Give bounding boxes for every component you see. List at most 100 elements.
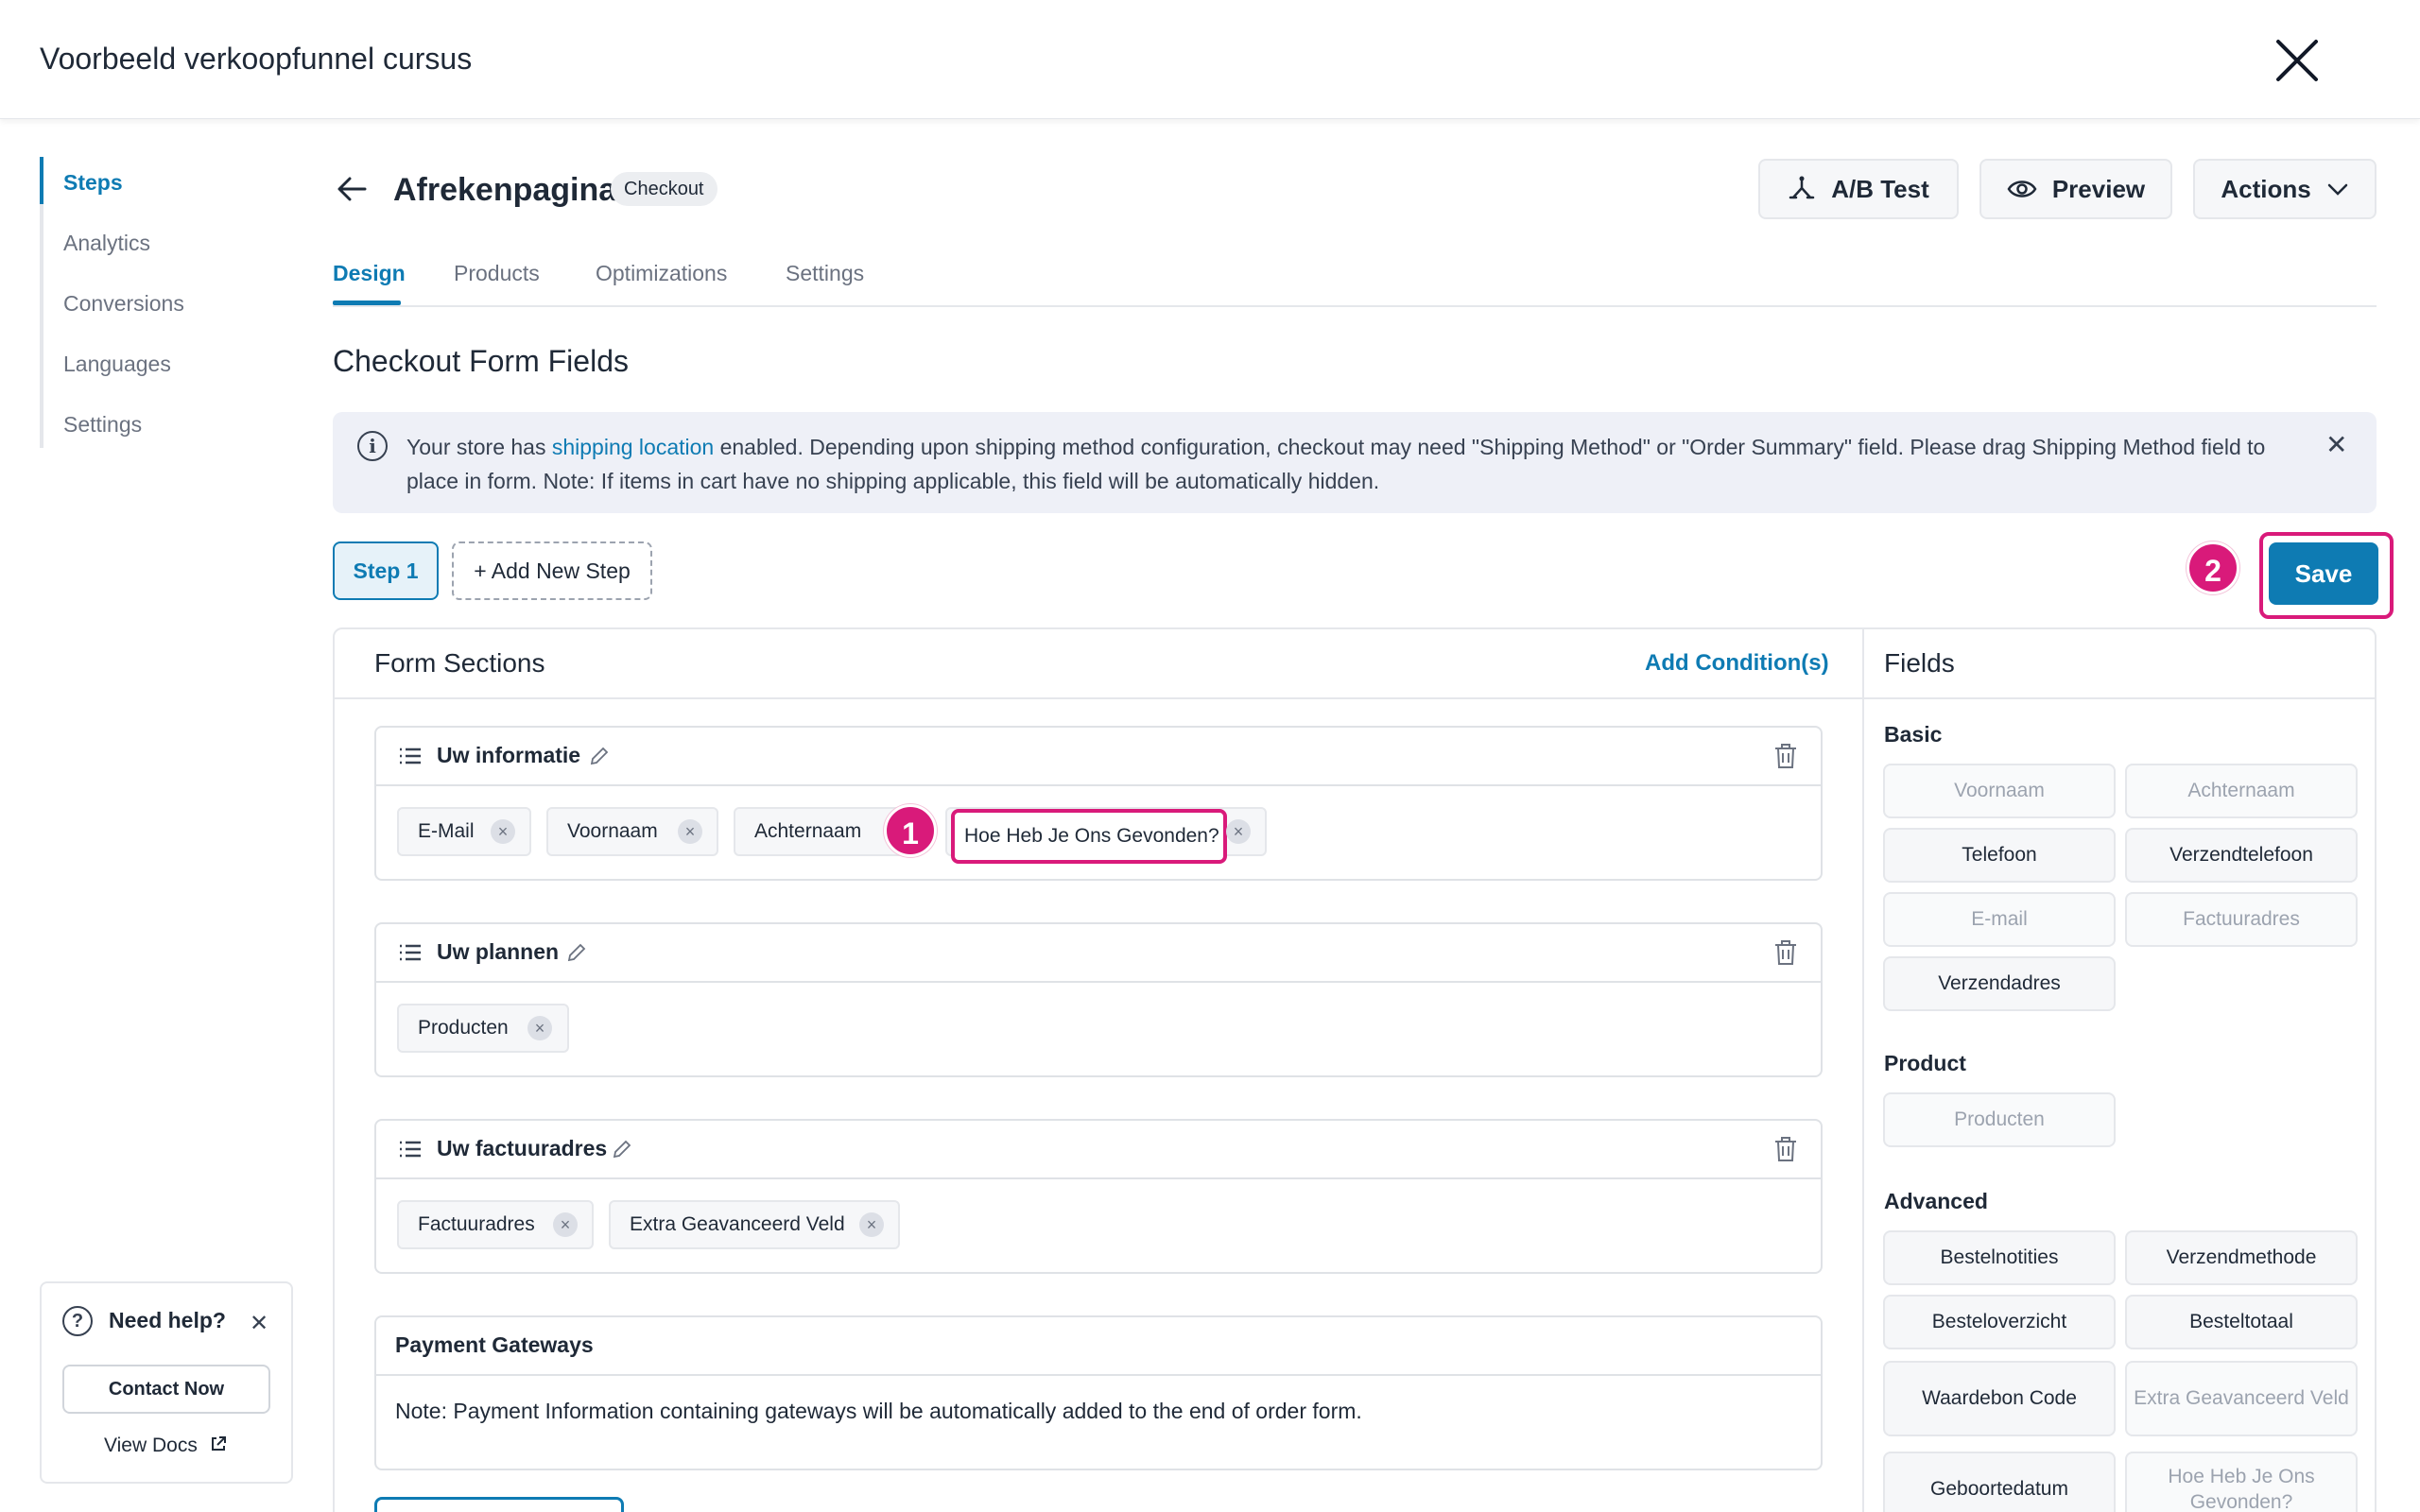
annotation-marker-2: 2 <box>2187 541 2239 594</box>
active-tab-underline <box>333 301 401 305</box>
step-1-pill[interactable]: Step 1 <box>333 541 439 600</box>
form-sections-header-line <box>333 697 1864 699</box>
field-option-waardebon-code[interactable]: Waardebon Code <box>1883 1361 2116 1436</box>
section-title-uw-factuuradres: Uw factuuradres <box>437 1136 608 1160</box>
chip-label: Extra Geavanceerd Veld <box>630 1213 845 1235</box>
tab-settings[interactable]: Settings <box>786 261 864 286</box>
payment-gateways-note: Note: Payment Information containing gat… <box>395 1399 1362 1423</box>
page-title: Afrekenpagina <box>393 172 617 208</box>
edit-pencil-icon[interactable] <box>611 1138 633 1160</box>
remove-chip-icon[interactable]: × <box>1226 819 1251 844</box>
chevron-down-icon <box>2327 183 2347 196</box>
field-option-besteloverzicht[interactable]: Besteloverzicht <box>1883 1295 2116 1349</box>
app-title: Voorbeeld verkoopfunnel cursus <box>40 42 473 76</box>
remove-chip-icon[interactable]: × <box>553 1212 578 1237</box>
product-group-title: Product <box>1884 1051 1966 1075</box>
view-docs-link[interactable]: View Docs <box>104 1435 228 1457</box>
view-docs-label: View Docs <box>104 1435 198 1456</box>
remove-chip-icon[interactable]: × <box>859 1212 884 1237</box>
fields-title: Fields <box>1884 648 1955 678</box>
remove-chip-icon[interactable]: × <box>678 819 702 844</box>
builder-divider <box>1862 627 1864 1512</box>
field-option-hoe-heb-je-ons-gevonden: Hoe Heb Je Ons Gevonden? <box>2125 1452 2358 1512</box>
tab-design[interactable]: Design <box>333 261 406 286</box>
advanced-group-title: Advanced <box>1884 1189 1988 1213</box>
field-option-verzendtelefoon[interactable]: Verzendtelefoon <box>2125 828 2358 883</box>
remove-chip-icon[interactable]: × <box>491 819 515 844</box>
field-option-achternaam: Achternaam <box>2125 764 2358 818</box>
remove-chip-icon[interactable]: × <box>527 1016 552 1040</box>
field-option-verzendadres[interactable]: Verzendadres <box>1883 956 2116 1011</box>
form-sections-title: Form Sections <box>374 648 545 678</box>
field-option-telefoon[interactable]: Telefoon <box>1883 828 2116 883</box>
trash-icon[interactable] <box>1773 743 1798 769</box>
shipping-location-link[interactable]: shipping location <box>552 435 714 459</box>
help-question-icon: ? <box>62 1306 93 1336</box>
preview-button[interactable]: Preview <box>1979 159 2172 219</box>
nav-item-analytics[interactable]: Analytics <box>63 231 150 256</box>
add-new-step-button[interactable]: + Add New Step <box>452 541 652 600</box>
section-title-uw-informatie: Uw informatie <box>437 743 581 767</box>
chip-label: Factuuradres <box>418 1213 535 1235</box>
field-option-geboortedatum[interactable]: Geboortedatum <box>1883 1452 2116 1512</box>
add-condition-link[interactable]: Add Condition(s) <box>1645 650 1829 677</box>
tabs-divider <box>333 305 2377 307</box>
chip-label: Producten <box>418 1017 509 1039</box>
field-option-producten: Producten <box>1883 1092 2116 1147</box>
field-option-email: E-mail <box>1883 892 2116 947</box>
external-link-icon <box>211 1436 226 1451</box>
eye-icon <box>2007 180 2037 198</box>
payment-gateways-title: Payment Gateways <box>395 1332 594 1357</box>
field-option-verzendmethode[interactable]: Verzendmethode <box>2125 1230 2358 1285</box>
notice-prefix: Your store has <box>406 435 552 459</box>
contact-now-button[interactable]: Contact Now <box>62 1365 270 1414</box>
chip-label: Achternaam <box>754 820 862 842</box>
info-icon: i <box>357 431 388 461</box>
field-option-bestelnotities[interactable]: Bestelnotities <box>1883 1230 2116 1285</box>
field-chip[interactable]: Extra Geavanceerd Veld <box>609 1200 900 1249</box>
ab-test-button[interactable]: A/B Test <box>1758 159 1959 219</box>
tab-optimizations[interactable]: Optimizations <box>596 261 727 286</box>
actions-label: Actions <box>2221 174 2311 203</box>
ab-test-label: A/B Test <box>1831 174 1929 203</box>
chip-label: Voornaam <box>567 820 658 842</box>
nav-item-steps[interactable]: Steps <box>63 170 123 196</box>
nav-item-languages[interactable]: Languages <box>63 352 171 377</box>
nav-item-conversions[interactable]: Conversions <box>63 291 184 317</box>
nav-item-settings[interactable]: Settings <box>63 412 142 438</box>
field-chip[interactable]: Achternaam <box>734 807 906 856</box>
step-type-badge: Checkout <box>611 172 717 206</box>
save-button[interactable]: Save <box>2269 542 2378 605</box>
chip-label: E-Mail <box>418 820 475 842</box>
drag-handle-icon[interactable] <box>399 747 422 765</box>
edit-pencil-icon[interactable] <box>588 745 611 767</box>
notice-text: Your store has shipping location enabled… <box>406 430 2297 498</box>
drag-handle-icon[interactable] <box>399 1140 422 1159</box>
field-option-factuuradres: Factuuradres <box>2125 892 2358 947</box>
close-icon[interactable] <box>2269 32 2325 89</box>
drag-handle-icon[interactable] <box>399 943 422 962</box>
form-section-header <box>374 922 1823 983</box>
help-close-icon[interactable]: ✕ <box>250 1310 268 1337</box>
section-title-uw-plannen: Uw plannen <box>437 939 560 964</box>
highlighted-chip-label: Hoe Heb Je Ons Gevonden? <box>951 809 1227 864</box>
field-option-extra-geavanceerd-veld: Extra Geavanceerd Veld <box>2125 1361 2358 1436</box>
back-arrow-icon[interactable] <box>333 170 371 208</box>
bottom-button-partial[interactable] <box>374 1497 624 1512</box>
split-icon <box>1789 176 1815 199</box>
notice-close-icon[interactable]: ✕ <box>2325 429 2347 460</box>
tab-products[interactable]: Products <box>454 261 540 286</box>
section-title: Checkout Form Fields <box>333 344 629 378</box>
trash-icon[interactable] <box>1773 1136 1798 1162</box>
help-title: Need help? <box>109 1308 226 1332</box>
preview-label: Preview <box>2051 174 2146 203</box>
edit-pencil-icon[interactable] <box>565 941 588 964</box>
trash-icon[interactable] <box>1773 939 1798 966</box>
field-option-voornaam: Voornaam <box>1883 764 2116 818</box>
annotation-marker-1: 1 <box>884 804 937 857</box>
field-option-besteltotaal[interactable]: Besteltotaal <box>2125 1295 2358 1349</box>
actions-dropdown[interactable]: Actions <box>2193 159 2377 219</box>
leftnav-active-indicator <box>40 157 43 204</box>
basic-group-title: Basic <box>1884 722 1943 747</box>
fields-header-line <box>1864 697 2377 699</box>
